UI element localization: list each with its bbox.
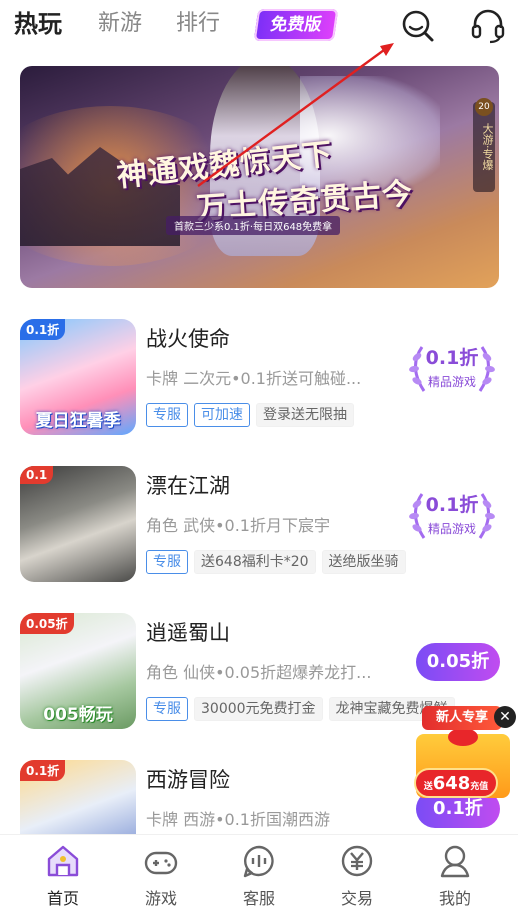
profile-icon <box>440 845 470 878</box>
game-thumbnail[interactable]: 0.1 <box>20 466 136 582</box>
game-thumbnail[interactable]: 0.1折 <box>20 760 136 834</box>
bottom-navigation: 首页 游戏 客服 交易 我的 <box>0 834 518 908</box>
thumbnail-discount-corner: 0.1折 <box>20 760 66 781</box>
search-icon[interactable] <box>400 8 436 44</box>
yuan-icon <box>341 845 373 877</box>
discount-value: 0.1折 <box>425 347 479 369</box>
nav-item-games[interactable]: 游戏 <box>126 843 196 908</box>
tag-accelerate: 可加速 <box>194 403 250 427</box>
discount-laurel-badge[interactable]: 0.1折 精品游戏 <box>404 486 500 546</box>
game-tags: 专服 可加速 登录送无限抽 <box>146 403 354 427</box>
nav-label: 客服 <box>242 889 275 908</box>
discount-subtitle: 精品游戏 <box>427 375 476 389</box>
promo-banner[interactable]: 神通戏魏惊天下 万士传奇贯古今 首款三少系0.1折·每日双648免费拿 大游·专… <box>20 66 499 288</box>
chat-icon <box>243 845 274 878</box>
tab-new[interactable]: 新游 <box>98 8 142 40</box>
nav-item-profile[interactable]: 我的 <box>420 843 490 908</box>
nav-label: 交易 <box>340 889 373 908</box>
discount-subtitle: 精品游戏 <box>427 522 476 536</box>
game-thumbnail[interactable]: 0.1折 夏日狂暑季 <box>20 319 136 435</box>
gamepad-icon <box>144 851 178 875</box>
discount-value: 0.1折 <box>425 494 479 516</box>
promo-ribbon: 新人专享 <box>422 706 502 730</box>
game-name[interactable]: 西游冒险 <box>146 764 230 794</box>
thumbnail-discount-corner: 0.05折 <box>20 613 74 634</box>
game-description: 角色 仙侠•0.05折超爆养龙打... <box>146 663 372 682</box>
game-description: 角色 武侠•0.1折月下宸宇 <box>146 516 330 535</box>
nav-label: 游戏 <box>144 889 177 908</box>
tab-ranking[interactable]: 排行 <box>176 8 220 40</box>
game-card[interactable]: 0.1 漂在江湖 角色 武侠•0.1折月下宸宇 专服 送648福利卡*20 送绝… <box>20 466 500 584</box>
promo-value-badge: 送648充值 <box>414 768 498 798</box>
thumbnail-caption: 005畅玩 <box>43 705 113 725</box>
game-thumbnail[interactable]: 0.05折 005畅玩 <box>20 613 136 729</box>
top-navigation: 热玩 新游 排行 免费版 <box>0 0 518 56</box>
promo-suffix: 充值 <box>470 782 489 792</box>
nav-label: 首页 <box>46 889 79 908</box>
tag-benefit: 送绝版坐骑 <box>321 550 406 574</box>
banner-subline: 首款三少系0.1折·每日双648免费拿 <box>166 216 341 235</box>
game-name[interactable]: 战火使命 <box>146 323 230 353</box>
game-tags: 专服 送648福利卡*20 送绝版坐骑 <box>146 550 406 574</box>
nav-item-home[interactable]: 首页 <box>28 843 98 908</box>
tag-benefit: 送648福利卡*20 <box>194 550 316 574</box>
tab-hot[interactable]: 热玩 <box>14 8 62 40</box>
promo-value: 648 <box>432 773 471 794</box>
game-description: 卡牌 二次元•0.1折送可触碰... <box>146 369 362 388</box>
promo-prefix: 送 <box>423 782 433 792</box>
thumbnail-caption: 夏日狂暑季 <box>35 411 121 431</box>
discount-laurel-badge[interactable]: 0.1折 精品游戏 <box>404 339 500 399</box>
tag-exclusive-server: 专服 <box>146 403 188 427</box>
discount-pill[interactable]: 0.05折 <box>416 643 500 681</box>
nav-item-trade[interactable]: 交易 <box>322 843 392 908</box>
tag-exclusive-server: 专服 <box>146 550 188 574</box>
headset-icon[interactable] <box>470 8 506 44</box>
free-version-badge[interactable]: 免费版 <box>253 9 339 41</box>
game-name[interactable]: 逍遥蜀山 <box>146 617 230 647</box>
game-tags: 专服 30000元免费打金 龙神宝藏免费爆鲜 <box>146 697 455 721</box>
tag-exclusive-server: 专服 <box>146 697 188 721</box>
tag-benefit: 登录送无限抽 <box>256 403 354 427</box>
new-user-promo[interactable]: 新人专享 ✕ 送648充值 <box>410 704 518 808</box>
close-icon[interactable]: ✕ <box>494 706 516 728</box>
thumbnail-discount-corner: 0.1折 <box>20 319 66 340</box>
home-icon <box>47 845 79 877</box>
banner-side-badge: 20 <box>475 98 493 116</box>
tag-benefit: 30000元免费打金 <box>194 697 323 721</box>
game-name[interactable]: 漂在江湖 <box>146 470 230 500</box>
game-description: 卡牌 西游•0.1折国潮西游 <box>146 810 330 829</box>
game-card[interactable]: 0.1折 夏日狂暑季 战火使命 卡牌 二次元•0.1折送可触碰... 专服 可加… <box>20 319 500 437</box>
nav-item-support[interactable]: 客服 <box>224 843 294 908</box>
thumbnail-discount-corner: 0.1 <box>20 466 54 484</box>
gift-bow <box>448 728 478 746</box>
nav-label: 我的 <box>438 889 471 908</box>
